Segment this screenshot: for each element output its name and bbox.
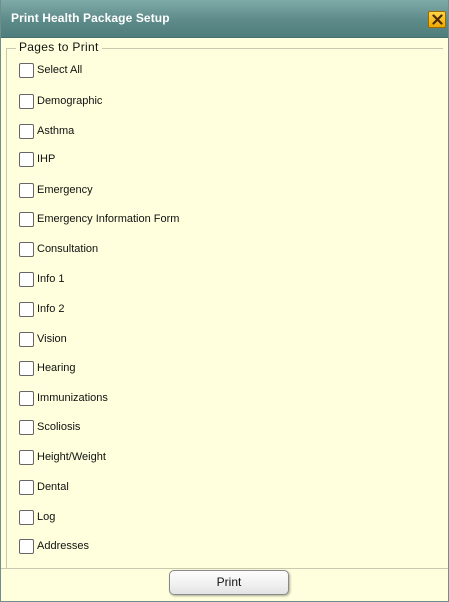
checkbox-dental[interactable]: Dental (19, 478, 69, 496)
checkbox-immunizations[interactable]: Immunizations (19, 389, 108, 407)
checkbox-box[interactable] (19, 390, 34, 406)
checkbox-box[interactable] (19, 93, 34, 109)
checkbox-label: Demographic (37, 95, 103, 107)
checkbox-addresses[interactable]: Addresses (19, 537, 89, 555)
checkbox-box[interactable] (19, 509, 34, 525)
checkbox-height-weight[interactable]: Height/Weight (19, 448, 106, 466)
checkbox-hearing[interactable]: Hearing (19, 359, 76, 377)
checkbox-box[interactable] (19, 241, 34, 257)
checkbox-select-all[interactable]: Select All (19, 61, 82, 79)
pages-to-print-legend: Pages to Print (16, 40, 102, 54)
checkbox-label: Emergency (37, 184, 93, 196)
checkbox-label: Vision (37, 333, 67, 345)
checkbox-asthma[interactable]: Asthma (19, 122, 74, 140)
checkbox-label: Scoliosis (37, 421, 81, 433)
checkbox-emergency-information-form[interactable]: Emergency Information Form (19, 210, 179, 228)
checkbox-vision[interactable]: Vision (19, 330, 67, 348)
print-button[interactable]: Print (169, 570, 289, 595)
close-button[interactable] (428, 11, 446, 28)
checkbox-label: Info 1 (37, 273, 65, 285)
checkbox-label: Consultation (37, 243, 99, 255)
checkbox-label: Emergency Information Form (37, 213, 180, 225)
checkbox-box[interactable] (19, 538, 34, 554)
checkbox-box[interactable] (19, 449, 34, 465)
checkbox-box[interactable] (19, 62, 34, 78)
checkbox-box[interactable] (19, 123, 34, 139)
checkbox-label: IHP (37, 153, 56, 165)
close-icon (432, 14, 443, 25)
checkbox-label: Addresses (37, 540, 89, 552)
checkbox-label: Dental (37, 481, 69, 493)
dialog-titlebar: Print Health Package Setup (1, 0, 448, 38)
checkbox-ihp[interactable]: IHP (19, 150, 55, 168)
checkbox-info-2[interactable]: Info 2 (19, 300, 65, 318)
checkbox-box[interactable] (19, 360, 34, 376)
checkbox-box[interactable] (19, 479, 34, 495)
checkbox-box[interactable] (19, 331, 34, 347)
checkbox-label: Log (37, 511, 56, 523)
checkbox-box[interactable] (19, 301, 34, 317)
checkbox-emergency[interactable]: Emergency (19, 181, 93, 199)
checkbox-label: Select All (37, 64, 83, 76)
checkbox-info-1[interactable]: Info 1 (19, 270, 65, 288)
checkbox-box[interactable] (19, 211, 34, 227)
checkbox-log[interactable]: Log (19, 508, 55, 526)
checkbox-box[interactable] (19, 271, 34, 287)
checkbox-consultation[interactable]: Consultation (19, 240, 98, 258)
checkbox-label: Hearing (37, 362, 76, 374)
checkbox-label: Height/Weight (37, 451, 106, 463)
checkbox-demographic[interactable]: Demographic (19, 92, 102, 110)
checkbox-label: Asthma (37, 125, 75, 137)
print-health-package-dialog: Print Health Package Setup Pages to Prin… (0, 0, 449, 602)
checkbox-label: Immunizations (37, 392, 108, 404)
checkbox-box[interactable] (19, 182, 34, 198)
checkbox-box[interactable] (19, 151, 34, 167)
dialog-title: Print Health Package Setup (11, 11, 170, 25)
checkbox-box[interactable] (19, 419, 34, 435)
checkbox-label: Info 2 (37, 303, 65, 315)
checkbox-scoliosis[interactable]: Scoliosis (19, 418, 80, 436)
